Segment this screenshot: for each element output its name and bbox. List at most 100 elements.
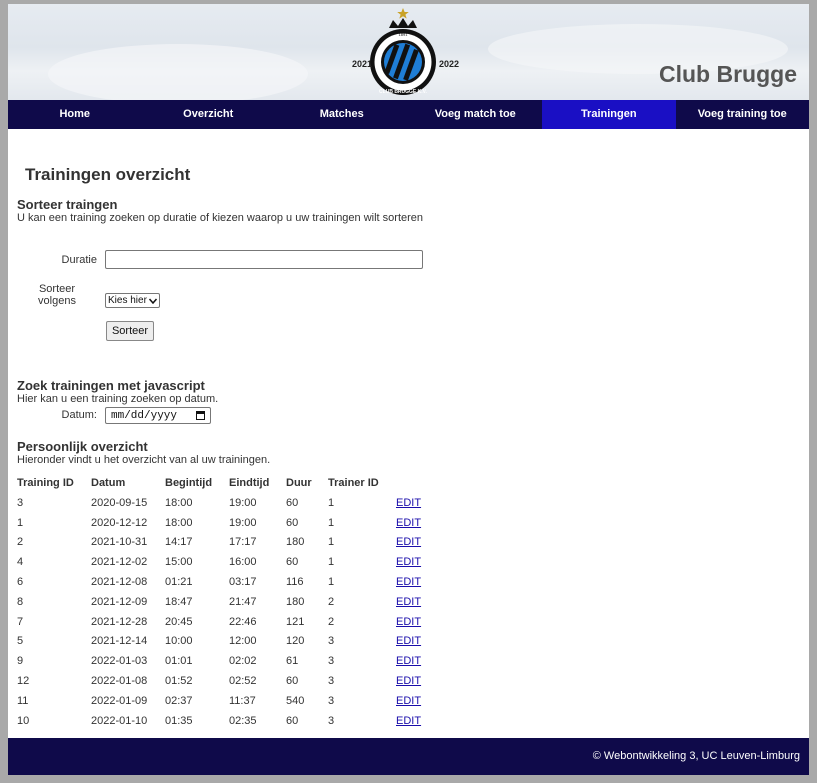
- table-cell: 3: [17, 496, 24, 509]
- main-nav: Home Overzicht Matches Voeg match toe Tr…: [8, 100, 809, 129]
- nav-item-home[interactable]: Home: [8, 100, 142, 129]
- duration-label: Duratie: [61, 254, 97, 266]
- table-row: 1 2020-12-12 18:00 19:00 60 1 EDIT: [17, 513, 436, 533]
- table-row: 5 2021-12-14 10:00 12:00 120 3 EDIT: [17, 632, 436, 652]
- column-header: [396, 473, 436, 493]
- table-cell: 1: [328, 536, 335, 549]
- nav-item-voeg-training-toe[interactable]: Voeg training toe: [676, 100, 810, 129]
- table-cell: 18:47: [165, 595, 193, 608]
- brand-title: Club Brugge: [659, 61, 797, 87]
- table-cell: 01:52: [165, 675, 193, 688]
- table-row: 4 2021-12-02 15:00 16:00 60 1 EDIT: [17, 552, 436, 572]
- table-cell: 3: [328, 675, 335, 688]
- table-cell: 61: [286, 655, 299, 668]
- column-header: Training ID: [17, 477, 74, 489]
- duration-input[interactable]: [105, 250, 423, 269]
- overview-heading: Persoonlijk overzicht: [17, 439, 148, 454]
- table-cell: 116: [286, 576, 304, 589]
- sort-by-label-line2: volgens: [38, 295, 76, 307]
- table-cell: 03:17: [229, 576, 257, 589]
- table-cell: 12: [17, 675, 30, 688]
- nav-item-trainingen[interactable]: Trainingen: [542, 100, 676, 129]
- table-cell: 01:01: [165, 655, 193, 668]
- edit-link[interactable]: EDIT: [396, 675, 421, 687]
- header-banner: 1891 CLUB BRUGGE K.V. 2021 2022 Club Bru…: [8, 4, 809, 100]
- table-cell: 17:17: [229, 536, 257, 549]
- table-cell: EDIT: [396, 552, 436, 572]
- table-cell: 3: [328, 635, 335, 648]
- table-row: 11 2022-01-09 02:37 11:37 540 3 EDIT: [17, 691, 436, 711]
- table-cell: 22:46: [229, 615, 257, 628]
- table-cell: EDIT: [396, 691, 436, 711]
- table-cell: EDIT: [396, 493, 436, 513]
- table-cell: EDIT: [396, 711, 436, 731]
- table-cell: 4: [17, 556, 24, 569]
- table-cell: 14:17: [165, 536, 193, 549]
- edit-link[interactable]: EDIT: [396, 576, 421, 588]
- date-input-placeholder: mm/dd/yyyy: [111, 410, 178, 422]
- column-header: Begintijd: [165, 477, 213, 489]
- column-header: Trainer ID: [328, 477, 379, 489]
- trainings-table: Training ID Datum Begintijd Eindtijd Duu…: [17, 473, 436, 731]
- table-cell: 2021-12-02: [91, 556, 148, 569]
- table-cell: 2022-01-08: [91, 675, 148, 688]
- table-cell: 19:00: [229, 496, 257, 509]
- table-cell: 2: [328, 615, 335, 628]
- table-cell: 1: [328, 556, 335, 569]
- table-cell: 540: [286, 694, 305, 707]
- table-cell: 2020-09-15: [91, 496, 148, 509]
- table-cell: EDIT: [396, 612, 436, 632]
- sort-button[interactable]: Sorteer: [106, 321, 154, 341]
- footer: © Webontwikkeling 3, UC Leuven-Limburg: [8, 738, 809, 775]
- edit-link[interactable]: EDIT: [396, 497, 421, 509]
- table-cell: 11: [17, 694, 29, 707]
- sort-description: U kan een training zoeken op duratie of …: [17, 212, 424, 224]
- table-cell: 2022-01-10: [91, 714, 148, 727]
- page: 1891 CLUB BRUGGE K.V. 2021 2022 Club Bru…: [8, 4, 809, 775]
- table-cell: 1: [17, 516, 24, 529]
- table-cell: 2020-12-12: [91, 516, 148, 529]
- date-input[interactable]: mm/dd/yyyy: [105, 407, 211, 424]
- edit-link[interactable]: EDIT: [396, 536, 421, 548]
- table-cell: 2022-01-03: [91, 655, 148, 668]
- edit-link[interactable]: EDIT: [396, 635, 421, 647]
- edit-link[interactable]: EDIT: [396, 616, 421, 628]
- table-cell: 60: [286, 556, 299, 569]
- column-header: Eindtijd: [229, 477, 270, 489]
- table-cell: 01:21: [165, 576, 193, 589]
- table-cell: EDIT: [396, 533, 436, 553]
- edit-link[interactable]: EDIT: [396, 596, 421, 608]
- crown-icon: [389, 18, 417, 28]
- edit-link[interactable]: EDIT: [396, 556, 421, 568]
- table-cell: 19:00: [229, 516, 257, 529]
- nav-item-matches[interactable]: Matches: [275, 100, 409, 129]
- table-cell: 16:00: [229, 556, 257, 569]
- table-cell: 2: [328, 595, 335, 608]
- table-row: 6 2021-12-08 01:21 03:17 116 1 EDIT: [17, 572, 436, 592]
- overview-description: Hieronder vindt u het overzicht van al u…: [17, 454, 271, 466]
- table-row: 12 2022-01-08 01:52 02:52 60 3 EDIT: [17, 671, 436, 691]
- edit-link[interactable]: EDIT: [396, 655, 421, 667]
- column-header: Datum: [91, 477, 126, 489]
- table-cell: 120: [286, 635, 305, 648]
- table-cell: 2021-12-14: [91, 635, 148, 648]
- table-cell: EDIT: [396, 651, 436, 671]
- calendar-icon[interactable]: [196, 411, 205, 420]
- table-cell: 1: [328, 576, 335, 589]
- search-description: Hier kan u een training zoeken op datum.: [17, 393, 219, 405]
- sort-select[interactable]: Kies hier: [105, 293, 160, 308]
- table-cell: 02:37: [165, 694, 193, 707]
- table-cell: 9: [17, 655, 24, 668]
- table-cell: EDIT: [396, 513, 436, 533]
- table-cell: 2021-10-31: [91, 536, 148, 549]
- nav-item-voeg-match-toe[interactable]: Voeg match toe: [409, 100, 543, 129]
- nav-item-overzicht[interactable]: Overzicht: [142, 100, 276, 129]
- star-icon: [397, 8, 409, 19]
- edit-link[interactable]: EDIT: [396, 517, 421, 529]
- edit-link[interactable]: EDIT: [396, 695, 421, 707]
- table-cell: EDIT: [396, 632, 436, 652]
- table-body: 3 2020-09-15 18:00 19:00 60 1 EDIT 1 2020-12-12 1…: [17, 493, 436, 731]
- edit-link[interactable]: EDIT: [396, 715, 421, 727]
- table-cell: 60: [286, 714, 299, 727]
- sort-by-label: Sorteer volgens: [17, 283, 97, 307]
